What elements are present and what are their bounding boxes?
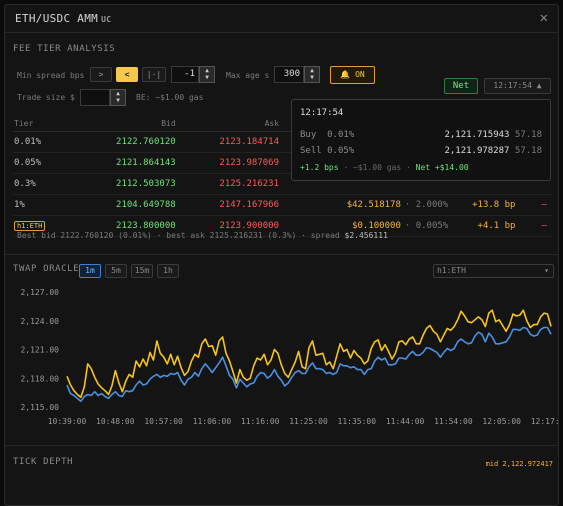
tier-header: Tier bbox=[13, 115, 74, 132]
tooltip-sell-label: Sell 0.05% bbox=[300, 146, 355, 156]
fee-cell: · 0.005% bbox=[401, 215, 452, 237]
bid-header: Bid bbox=[73, 115, 177, 132]
mid-price-label: mid 2,122.972417 bbox=[485, 460, 553, 468]
summary-text: Best bid 2122.760120 (0.01%) · best ask … bbox=[17, 231, 340, 240]
ask-cell: 2147.167966 bbox=[176, 194, 281, 216]
y-tick-label: 2,115.00 bbox=[20, 403, 59, 412]
breakeven-label: BE: ~$1.00 gas bbox=[136, 93, 204, 102]
max-age-input[interactable]: 300 bbox=[274, 66, 304, 83]
x-tick-label: 12:05:00 bbox=[482, 417, 521, 426]
tooltip-time: 12:17:54 bbox=[300, 108, 344, 118]
tick-depth-title: TICK DEPTH bbox=[13, 457, 74, 467]
best-summary: Best bid 2122.760120 (0.01%) · best ask … bbox=[17, 231, 388, 240]
x-tick-label: 10:57:00 bbox=[144, 417, 183, 426]
tooltip-buy-label: Buy 0.01% bbox=[300, 130, 355, 140]
section-divider bbox=[5, 254, 558, 255]
chevron-down-icon: ▾ bbox=[544, 266, 549, 275]
min-spread-stepper[interactable]: ▲ ▼ bbox=[199, 66, 215, 83]
table-row[interactable]: 1% 2104.649788 2147.167966 $42.518178 · 2.00… bbox=[13, 194, 551, 216]
x-tick-label: 10:39:00 bbox=[48, 417, 87, 426]
filter-gt-button[interactable]: > bbox=[90, 67, 112, 82]
filter-range-button[interactable]: |·| bbox=[142, 67, 166, 82]
tooltip-net-line: +1.2 bps · ~$1.00 gas · Net +$14.00 bbox=[300, 163, 469, 172]
y-tick-label: 2,118.00 bbox=[20, 374, 59, 383]
ask-cell: 2123.184714 bbox=[176, 131, 281, 153]
fee-tier-title: FEE TIER ANALYSIS bbox=[13, 44, 116, 54]
x-tick-label: 11:06:00 bbox=[193, 417, 232, 426]
trade-size-stepper[interactable]: ▲ ▼ bbox=[110, 89, 126, 106]
header-divider bbox=[5, 32, 558, 33]
min-spread-label: Min spread bps bbox=[17, 71, 85, 80]
y-tick-label: 2,121.00 bbox=[20, 346, 59, 355]
tier-cell: 0.01% bbox=[13, 131, 74, 153]
title-badge: UC bbox=[101, 15, 112, 24]
window-title: ETH/USDC AMM UC bbox=[15, 12, 112, 25]
summary-spread: $2.456111 bbox=[344, 231, 388, 240]
twap-title: TWAP ORACLE bbox=[13, 264, 80, 274]
x-tick-label: 11:16:00 bbox=[241, 417, 280, 426]
series-line-0 bbox=[66, 309, 552, 399]
net-button[interactable]: Net bbox=[444, 78, 478, 94]
y-tick-label: 2,127.00 bbox=[20, 288, 59, 297]
filter-lt-button[interactable]: < bbox=[116, 67, 138, 82]
twap-tab-1m[interactable]: 1m bbox=[79, 264, 101, 278]
alert-label: ON bbox=[355, 70, 365, 79]
bid-cell: 2122.760120 bbox=[73, 131, 177, 153]
min-spread-input[interactable]: -1 bbox=[171, 66, 199, 83]
max-age-label: Max age s bbox=[226, 71, 270, 80]
x-tick-label: 12:17:00 bbox=[531, 417, 559, 426]
fee-cell: · 2.000% bbox=[401, 194, 452, 216]
bp-cell: +13.8 bp bbox=[451, 194, 517, 216]
tooltip-buy-value: 2,121.715943 57.18 bbox=[444, 130, 542, 140]
max-age-stepper[interactable]: ▲ ▼ bbox=[304, 66, 320, 83]
tooltip-sell-value: 2,121.978287 57.18 bbox=[444, 146, 542, 156]
twap-select-value: h1:ETH bbox=[437, 266, 466, 275]
x-tick-label: 11:54:00 bbox=[434, 417, 473, 426]
twap-tab-1h[interactable]: 1h bbox=[157, 264, 179, 278]
tvl-cell: $42.518178 bbox=[280, 194, 402, 216]
ask-cell: 2125.216231 bbox=[176, 173, 281, 195]
x-tick-label: 11:44:00 bbox=[386, 417, 425, 426]
twap-chart: 2,127.00 2,124.00 2,121.00 2,118.00 2,115.00… bbox=[20, 288, 559, 426]
bell-icon: 🔔 bbox=[340, 70, 351, 79]
trade-size-input[interactable] bbox=[80, 89, 110, 106]
arb-tooltip: 12:17:54 Buy 0.01% 2,121.715943 57.18 Se… bbox=[291, 99, 551, 181]
tier-cell: 0.3% bbox=[13, 173, 74, 195]
bp-cell: +4.1 bp bbox=[451, 215, 517, 237]
flag-cell: – bbox=[516, 215, 551, 237]
tier-cell: 0.05% bbox=[13, 152, 74, 174]
trade-size-label: Trade size $ bbox=[17, 93, 75, 102]
ask-header: Ask bbox=[176, 115, 281, 132]
x-tick-label: 11:25:00 bbox=[289, 417, 328, 426]
bid-cell: 2121.864143 bbox=[73, 152, 177, 174]
bid-cell: 2104.649788 bbox=[73, 194, 177, 216]
flag-cell: – bbox=[516, 194, 551, 216]
twap-pool-select[interactable]: h1:ETH ▾ bbox=[433, 264, 554, 278]
bid-cell: 2112.503073 bbox=[73, 173, 177, 195]
clock-toggle[interactable]: 12:17:54 ▲ bbox=[484, 78, 551, 94]
section-divider-2 bbox=[5, 445, 558, 446]
twap-tab-5m[interactable]: 5m bbox=[105, 264, 127, 278]
tier-cell: 1% bbox=[13, 194, 74, 216]
twap-tab-15m[interactable]: 15m bbox=[131, 264, 153, 278]
ask-cell: 2123.987069 bbox=[176, 152, 281, 174]
y-tick-label: 2,124.00 bbox=[20, 317, 59, 326]
alert-toggle[interactable]: 🔔 ON bbox=[330, 66, 375, 84]
x-tick-label: 11:35:00 bbox=[338, 417, 377, 426]
amm-window: ETH/USDC AMM UC ✕ FEE TIER ANALYSIS Min s… bbox=[4, 4, 559, 506]
x-tick-label: 10:48:00 bbox=[96, 417, 135, 426]
series-line-1 bbox=[66, 326, 552, 403]
close-icon[interactable]: ✕ bbox=[540, 10, 548, 26]
